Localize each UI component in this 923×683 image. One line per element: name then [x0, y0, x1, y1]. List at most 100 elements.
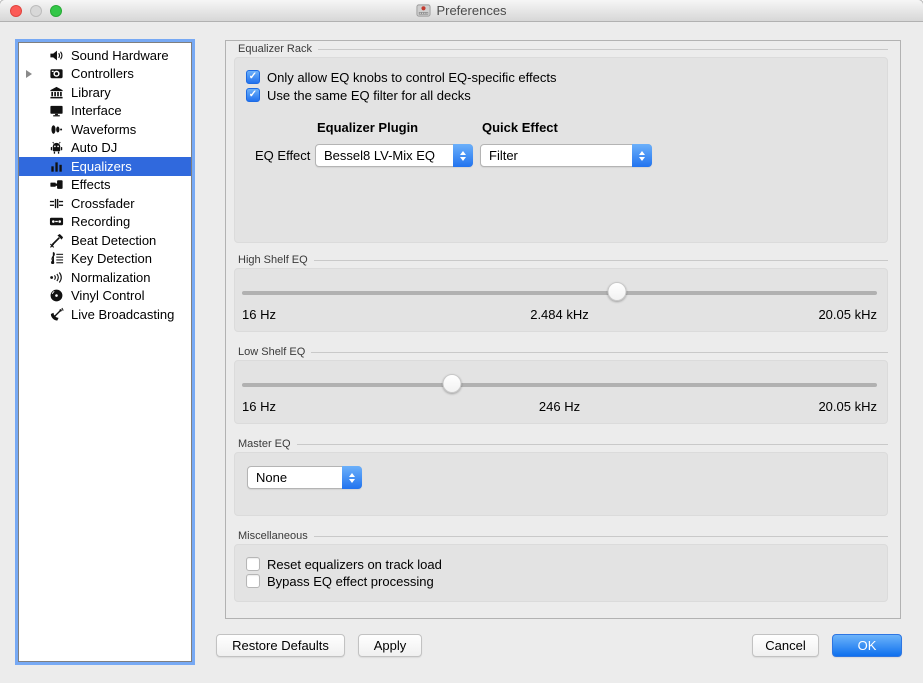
- vinyl-icon: [49, 288, 64, 303]
- sidebar-item-equalizers[interactable]: Equalizers: [19, 157, 191, 176]
- reset-eq-checkbox[interactable]: ✓: [246, 557, 260, 571]
- restore-defaults-button[interactable]: Restore Defaults: [216, 634, 345, 657]
- group-body-miscellaneous: ✓ Reset equalizers on track load ✓ Bypas…: [234, 544, 888, 602]
- recording-icon: [49, 214, 64, 229]
- beat-icon: [49, 233, 64, 248]
- crossfader-icon: [49, 196, 64, 211]
- low-shelf-min-label: 16 Hz: [242, 399, 433, 414]
- group-divider-line: [311, 352, 888, 353]
- master-eq-select[interactable]: None: [247, 466, 362, 489]
- main-panel: Equalizer Rack ✓ Only allow EQ knobs to …: [225, 40, 901, 619]
- sidebar-item-label: Beat Detection: [71, 233, 156, 248]
- ok-button[interactable]: OK: [832, 634, 902, 657]
- sidebar-item-label: Crossfader: [71, 196, 135, 211]
- cancel-button[interactable]: Cancel: [752, 634, 819, 657]
- sidebar-item-label: Equalizers: [71, 159, 132, 174]
- sidebar-item-key-detection[interactable]: Key Detection: [19, 250, 191, 269]
- group-divider-line: [318, 49, 888, 50]
- group-low-shelf-eq: Low Shelf EQ 16 Hz 246 Hz 20.05 kHz: [234, 345, 888, 424]
- group-divider-line: [297, 444, 888, 445]
- high-shelf-slider-track[interactable]: [242, 291, 877, 295]
- group-body-equalizer-rack: ✓ Only allow EQ knobs to control EQ-spec…: [234, 57, 888, 243]
- sidebar-item-effects[interactable]: Effects: [19, 176, 191, 195]
- sidebar-item-crossfader[interactable]: Crossfader: [19, 194, 191, 213]
- sidebar-item-label: Controllers: [71, 66, 134, 81]
- traffic-lights: [10, 5, 62, 17]
- speaker-icon: [49, 48, 64, 63]
- apply-button[interactable]: Apply: [358, 634, 422, 657]
- group-body-master-eq: None: [234, 452, 888, 516]
- window-title: Preferences: [436, 3, 506, 18]
- group-miscellaneous: Miscellaneous ✓ Reset equalizers on trac…: [234, 529, 888, 602]
- mixer-app-icon: [416, 3, 431, 18]
- sidebar-item-label: Interface: [71, 103, 122, 118]
- equalizer-plugin-value: Bessel8 LV-Mix EQ: [316, 148, 453, 163]
- sidebar-item-normalization[interactable]: Normalization: [19, 268, 191, 287]
- sidebar-item-controllers[interactable]: Controllers: [19, 65, 191, 84]
- equalizer-icon: [49, 159, 64, 174]
- equalizer-plugin-header: Equalizer Plugin: [317, 120, 418, 135]
- stepper-arrows-icon: [453, 144, 473, 167]
- sidebar-item-beat-detection[interactable]: Beat Detection: [19, 231, 191, 250]
- normalization-icon: [49, 270, 64, 285]
- bypass-eq-checkbox[interactable]: ✓: [246, 574, 260, 588]
- same-filter-checkbox[interactable]: ✓: [246, 88, 260, 102]
- titlebar: Preferences: [0, 0, 923, 22]
- checkbox-row-bypass-eq[interactable]: ✓ Bypass EQ effect processing: [246, 573, 434, 589]
- quick-effect-header: Quick Effect: [482, 120, 558, 135]
- sidebar-item-label: Normalization: [71, 270, 150, 285]
- group-divider-line: [314, 260, 888, 261]
- high-shelf-slider-handle[interactable]: [607, 282, 626, 301]
- checkbox-row-same-filter[interactable]: ✓ Use the same EQ filter for all decks: [246, 87, 471, 103]
- sidebar-item-live-broadcasting[interactable]: Live Broadcasting: [19, 305, 191, 324]
- sidebar-item-sound-hardware[interactable]: Sound Hardware: [19, 46, 191, 65]
- master-eq-value: None: [248, 470, 342, 485]
- group-title-low-shelf: Low Shelf EQ: [238, 346, 311, 358]
- sidebar-item-label: Recording: [71, 214, 130, 229]
- sidebar-item-label: Live Broadcasting: [71, 307, 174, 322]
- close-button[interactable]: [10, 5, 22, 17]
- stepper-arrows-icon: [632, 144, 652, 167]
- high-shelf-slider[interactable]: [242, 282, 877, 303]
- reset-eq-checkbox-label: Reset equalizers on track load: [267, 557, 442, 572]
- group-equalizer-rack: Equalizer Rack ✓ Only allow EQ knobs to …: [234, 42, 888, 243]
- same-filter-checkbox-label: Use the same EQ filter for all decks: [267, 88, 471, 103]
- group-body-low-shelf: 16 Hz 246 Hz 20.05 kHz: [234, 360, 888, 424]
- library-icon: [49, 85, 64, 100]
- group-body-high-shelf: 16 Hz 2.484 kHz 20.05 kHz: [234, 268, 888, 332]
- group-title-miscellaneous: Miscellaneous: [238, 530, 314, 542]
- sidebar-item-vinyl-control[interactable]: Vinyl Control: [19, 287, 191, 306]
- quick-effect-select[interactable]: Filter: [480, 144, 652, 167]
- checkbox-row-reset-eq[interactable]: ✓ Reset equalizers on track load: [246, 556, 442, 572]
- low-shelf-slider-track[interactable]: [242, 383, 877, 387]
- eq-knobs-checkbox-label: Only allow EQ knobs to control EQ-specif…: [267, 70, 557, 85]
- sidebar-item-label: Effects: [71, 177, 111, 192]
- checkmark-icon: ✓: [249, 72, 257, 82]
- checkbox-row-eq-knobs[interactable]: ✓ Only allow EQ knobs to control EQ-spec…: [246, 69, 557, 85]
- zoom-button[interactable]: [50, 5, 62, 17]
- sidebar-item-library[interactable]: Library: [19, 83, 191, 102]
- bypass-eq-checkbox-label: Bypass EQ effect processing: [267, 574, 434, 589]
- title-group: Preferences: [416, 3, 506, 18]
- low-shelf-value-label: 246 Hz: [433, 399, 687, 414]
- sidebar-item-auto-dj[interactable]: Auto DJ: [19, 139, 191, 158]
- equalizer-plugin-select[interactable]: Bessel8 LV-Mix EQ: [315, 144, 473, 167]
- sidebar-item-label: Auto DJ: [71, 140, 117, 155]
- preferences-window: Preferences Sound Hardware Controllers L…: [0, 0, 923, 683]
- monitor-icon: [49, 103, 64, 118]
- group-high-shelf-eq: High Shelf EQ 16 Hz 2.484 kHz 20.05 kHz: [234, 253, 888, 332]
- group-title-equalizer-rack: Equalizer Rack: [238, 43, 318, 55]
- minimize-button[interactable]: [30, 5, 42, 17]
- sidebar-item-recording[interactable]: Recording: [19, 213, 191, 232]
- sidebar-item-interface[interactable]: Interface: [19, 102, 191, 121]
- low-shelf-slider-handle[interactable]: [442, 374, 461, 393]
- low-shelf-max-label: 20.05 kHz: [687, 399, 878, 414]
- group-master-eq: Master EQ None: [234, 437, 888, 516]
- disclosure-triangle-icon[interactable]: [26, 70, 32, 78]
- group-title-high-shelf: High Shelf EQ: [238, 254, 314, 266]
- eq-knobs-checkbox[interactable]: ✓: [246, 70, 260, 84]
- low-shelf-slider[interactable]: [242, 374, 877, 395]
- sidebar-list: Sound Hardware Controllers Library Inter…: [19, 46, 191, 324]
- sidebar-item-waveforms[interactable]: Waveforms: [19, 120, 191, 139]
- eq-effect-row-label: EQ Effect: [255, 148, 310, 163]
